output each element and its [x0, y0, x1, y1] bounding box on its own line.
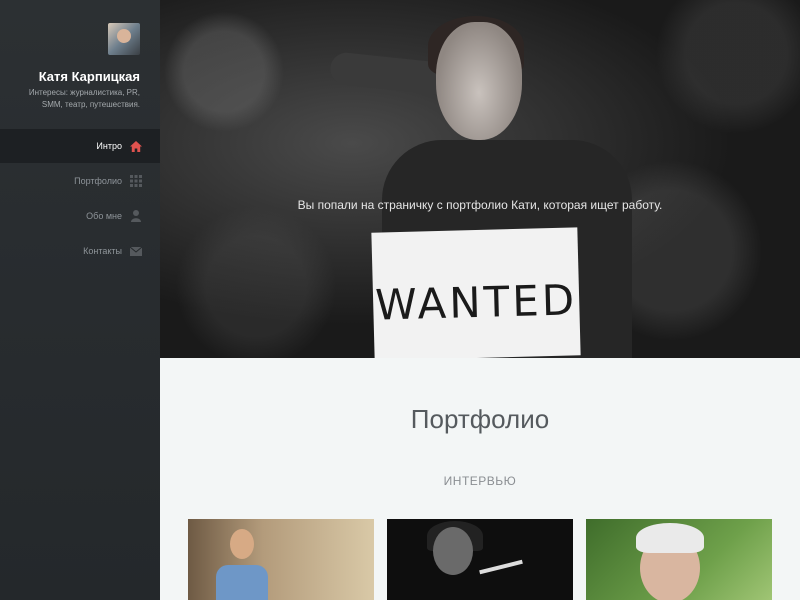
hero-photo-face — [436, 22, 522, 140]
nav-item-about[interactable]: Обо мне — [0, 199, 160, 233]
home-icon — [130, 140, 142, 152]
interview-thumbnail[interactable] — [387, 519, 573, 600]
portfolio-title: Портфолио — [410, 404, 550, 434]
interview-thumbnail[interactable] — [586, 519, 772, 600]
nav-item-label: Интро — [96, 141, 122, 151]
user-icon — [130, 210, 142, 222]
nav-item-label: Обо мне — [86, 211, 122, 221]
grid-icon — [130, 175, 142, 187]
thumbnail-photo — [210, 529, 270, 600]
thumbnail-photo — [433, 527, 473, 575]
profile-name: Катя Карпицкая — [38, 69, 140, 84]
wanted-sign-text: WANTED — [374, 275, 578, 330]
thumbnail-photo — [636, 523, 704, 553]
nav-item-intro[interactable]: Интро — [0, 129, 160, 163]
nav-item-contacts[interactable]: Контакты — [0, 234, 160, 268]
interviews-heading: ИНТЕРВЬЮ — [443, 474, 517, 488]
profile-bio: Интересы: журналистика, PR, SMM, театр, … — [28, 88, 140, 109]
hero-caption: Вы попали на страничку с портфолио Кати,… — [297, 198, 663, 212]
nav-item-label: Портфолио — [74, 176, 122, 186]
nav-item-portfolio[interactable]: Портфолио — [0, 164, 160, 198]
sidebar: Катя Карпицкая Интересы: журналистика, P… — [0, 0, 160, 600]
thumbnail-photo — [479, 559, 523, 575]
avatar[interactable] — [108, 23, 140, 55]
envelope-icon — [130, 245, 142, 257]
wanted-sign: WANTED — [371, 227, 581, 358]
nav-item-label: Контакты — [83, 246, 122, 256]
interview-thumbnail[interactable] — [188, 519, 374, 600]
hero-banner: WANTED Вы попали на страничку с портфоли… — [160, 0, 800, 358]
sidebar-nav: Интро Портфолио Обо мне Контакты — [0, 129, 160, 269]
